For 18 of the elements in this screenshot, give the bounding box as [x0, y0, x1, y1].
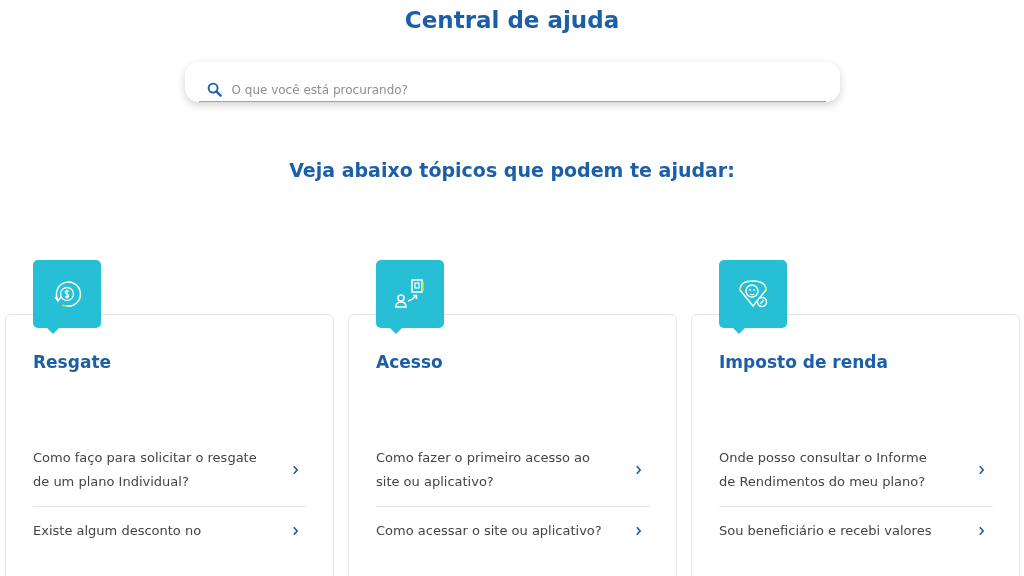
question-link[interactable]: Como acessar o site ou aplicativo? — [376, 506, 650, 555]
topic-title: Resgate — [33, 352, 113, 372]
chevron-icon — [292, 526, 299, 536]
chevron-icon — [978, 526, 985, 536]
chevron-icon — [978, 465, 985, 475]
page-title: Central de ajuda — [404, 6, 620, 35]
search-icon — [206, 82, 222, 97]
question-link[interactable]: Sou beneficiário e recebi valores — [719, 506, 993, 555]
question-link[interactable]: Existe algum desconto no — [33, 506, 307, 555]
chevron-icon — [635, 526, 642, 536]
question-link[interactable]: Como faço para solicitar o resgate de um plano Individual? — [33, 434, 307, 506]
section-subtitle: Veja abaixo tópicos que podem te ajudar: — [289, 158, 735, 182]
chevron-icon — [635, 465, 642, 475]
chevron-icon — [292, 465, 299, 475]
question-link[interactable]: Como fazer o primeiro acesso ao site ou aplicativo? — [376, 434, 650, 506]
topic-title: Acesso — [376, 352, 444, 372]
topic-title: Imposto de renda — [719, 352, 889, 372]
question-link[interactable]: Onde posso consultar o Informe de Rendimentos do meu plano? — [719, 434, 993, 506]
